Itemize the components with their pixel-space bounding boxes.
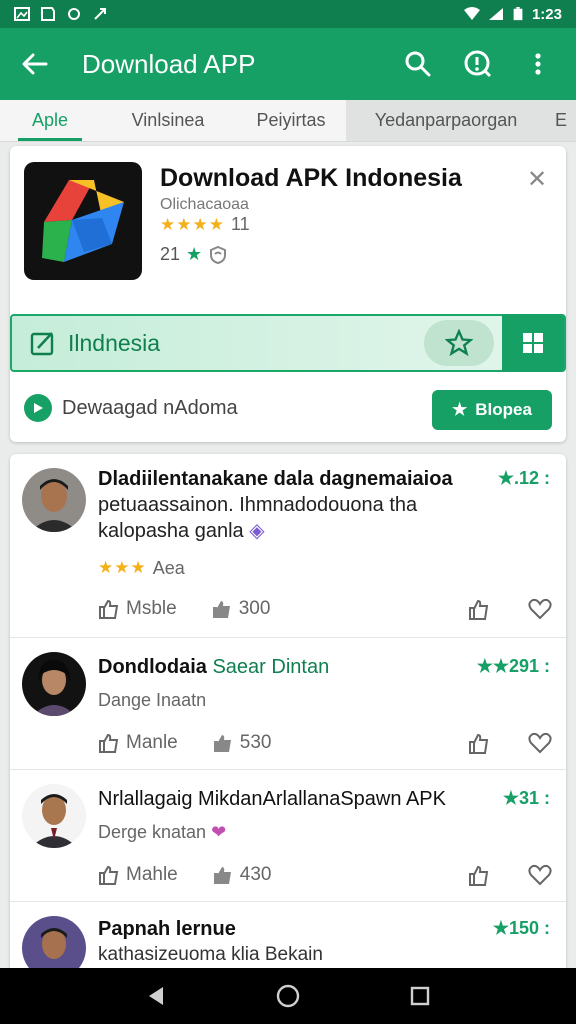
image-icon [14,7,30,21]
review-subtitle: kathasizeuoma klia Bekain [98,944,323,965]
reviews-card: Dladiilentanakane dala dagnemaiaioa petu… [10,454,566,974]
rating-stars: ★★★ [98,558,147,577]
grid-view-icon[interactable] [502,314,564,372]
thumb-up-outline-icon [99,733,119,753]
tab-aple[interactable]: Aple [0,100,100,141]
featured-meta: 21 ★ [160,244,228,265]
review-score: ★150 : [492,918,550,938]
share-icon [94,8,106,20]
thumb-count-button[interactable]: 530 [212,732,271,754]
review-score: ★★291 : [476,656,550,676]
open-button-label: Blopea [475,400,532,419]
review-title: Dladiilentanakane dala dagnemaiaioa [98,468,453,490]
review-subtitle: Derge knatan ❤ [98,822,227,842]
edit-icon [30,332,54,356]
star-icon: ★ [452,400,468,419]
featured-search-bar[interactable]: Ilndnesia [10,314,566,372]
heart-icon[interactable] [528,598,552,620]
nav-recents-icon[interactable] [409,985,431,1007]
review-subtitle: Dange Inaatn [98,690,207,710]
tab-vinlsinea[interactable]: Vinlsinea [100,100,236,141]
status-bar: 1:23 [0,0,576,28]
thumb-up-outline-icon [99,599,119,619]
review-item: Papnah lernue kathasizeuoma klia Bekain … [10,902,566,974]
search-bar-label: Ilndnesia [68,329,161,356]
heart-icon[interactable] [528,732,552,754]
like-button[interactable]: Mahle [98,864,178,886]
favorite-star-icon[interactable] [424,320,494,366]
featured-subtitle: Olichacaoaa [160,196,249,213]
download-row[interactable]: Dewaagad nAdoma [24,394,238,422]
thumb-count-button[interactable]: 300 [211,598,270,620]
review-actions: Mahle 430 [98,864,552,886]
review-actions: Msble 300 [98,598,552,620]
open-button[interactable]: ★ Blopea [432,390,552,430]
review-title: Dondlodaia Saear Dintan [98,656,330,678]
app-logo-icon[interactable] [24,162,142,280]
more-vert-icon[interactable] [518,44,558,84]
emoji-shield-icon: ◈ [249,520,265,542]
nav-back-icon[interactable] [145,985,167,1007]
featured-app-card: Download APK Indonesia Olichacaoaa ★★★★ … [10,146,566,442]
like-button[interactable]: Msble [98,598,177,620]
thumb-up-icon [213,867,231,884]
review-text-line: petuaassainon. Ihmnadodouona tha [98,494,418,516]
tab-e[interactable]: E [546,100,576,141]
thumb-up-icon [213,735,231,752]
app-bar: Download APP [0,28,576,100]
search-icon[interactable] [398,44,438,84]
avatar[interactable] [22,916,86,974]
rating-label: Aea [152,558,185,578]
share-thumb-icon[interactable] [468,864,490,886]
wifi-icon [463,7,480,20]
share-thumb-icon[interactable] [468,598,490,620]
tab-yedanparpaorgan[interactable]: Yedanparpaorgan [346,100,546,141]
avatar[interactable] [22,784,86,848]
review-rating: ★★★ Aea [98,558,185,579]
heart-icon[interactable] [528,864,552,886]
avatar[interactable] [22,652,86,716]
system-nav-bar [0,968,576,1024]
avatar[interactable] [22,468,86,532]
review-score: ★31 : [502,788,550,808]
signal-icon [488,8,503,20]
notification-icon [41,7,55,21]
nav-home-icon[interactable] [276,984,300,1008]
rating-stars: ★★★★ [160,214,225,234]
tab-peiyirtas[interactable]: Peiyirtas [236,100,346,141]
tab-bar: Aple Vinlsinea Peiyirtas Yedanparpaorgan… [0,100,576,142]
like-button[interactable]: Manle [98,732,178,754]
rating-count: 11 [230,214,250,234]
play-icon [24,394,52,422]
review-item: Dondlodaia Saear Dintan ★★291 : Dange In… [10,638,566,770]
review-score: ★.12 : [497,468,550,488]
thumb-up-outline-icon [99,865,119,885]
review-text-line: kalopasha ganla ◈ [98,520,265,542]
thumb-up-icon [212,601,230,618]
download-text: Dewaagad nAdoma [62,396,238,419]
review-title: Nrlallagaig MikdanArlallanaSpawn APK [98,788,446,810]
review-actions: Manle 530 [98,732,552,754]
close-icon[interactable]: ✕ [522,164,552,194]
battery-icon [513,7,523,21]
thumb-count-button[interactable]: 430 [212,864,271,886]
review-item: Dladiilentanakane dala dagnemaiaioa petu… [10,454,566,638]
emoji-heart-icon: ❤ [211,822,227,842]
green-star-icon: ★ [186,244,203,264]
review-item: Nrlallagaig MikdanArlallanaSpawn APK ★31… [10,770,566,902]
status-time: 1:23 [531,5,562,23]
app-bar-title: Download APP [82,48,256,79]
help-icon[interactable] [458,44,498,84]
featured-title: Download APK Indonesia [160,164,462,192]
share-thumb-icon[interactable] [468,732,490,754]
sync-icon [68,8,80,20]
shield-heart-icon [210,245,227,264]
back-arrow-icon[interactable] [18,47,52,81]
featured-rating: ★★★★ 11 [160,214,250,235]
review-title: Papnah lernue [98,918,236,940]
meta-value: 21 [160,244,181,264]
